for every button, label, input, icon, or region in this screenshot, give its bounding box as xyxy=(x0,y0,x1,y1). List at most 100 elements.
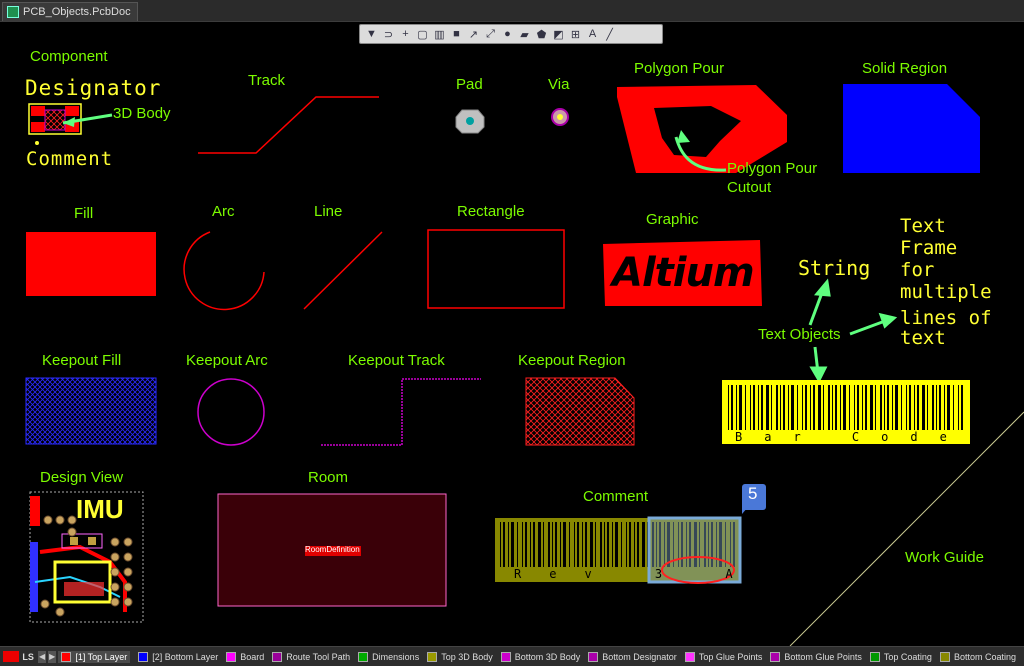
layer-tab[interactable]: Board xyxy=(226,651,265,662)
pcb-canvas[interactable]: Component Designator 3D Body Comment Tra… xyxy=(0,22,1024,646)
arc-shape xyxy=(183,231,265,311)
next-layer-icon[interactable]: ▶ xyxy=(48,650,57,663)
designator-text: Designator xyxy=(25,76,162,100)
layer-tab[interactable]: Top 3D Body xyxy=(427,651,493,662)
layer-tab-label: Top Glue Points xyxy=(698,651,763,662)
chart-icon[interactable]: ▥ xyxy=(432,27,447,42)
solid-region-label: Solid Region xyxy=(862,60,948,77)
layer-tab[interactable]: [1] Top Layer xyxy=(58,650,131,663)
text-frame-line-3: for xyxy=(900,259,935,281)
layer-tab-label: [2] Bottom Layer xyxy=(152,651,219,662)
layer-tab[interactable]: Top Glue Points xyxy=(684,651,763,662)
design-view-label: Design View xyxy=(40,469,124,486)
layer-color-swatch xyxy=(427,651,438,662)
layer-color-swatch xyxy=(272,651,283,662)
altium-logo-text: Altium xyxy=(612,250,755,296)
keepout-track-shape xyxy=(321,378,481,446)
keepout-track-label: Keepout Track xyxy=(348,352,445,369)
polygon-pour-label: Polygon Pour xyxy=(634,60,725,77)
graphic-label: Graphic xyxy=(646,211,699,228)
fill-icon[interactable]: ▰ xyxy=(517,27,532,42)
active-bar-toolbar: ▼ ⊃ + ▢ ▥ ■ ↗ ⤢ ● ▰ ⬟ ◩ ⊞ A ╱ xyxy=(359,24,663,44)
layer-color-swatch xyxy=(138,651,149,662)
via-label: Via xyxy=(548,76,570,93)
keepout-fill-shape xyxy=(25,377,157,445)
rectangle-label: Rectangle xyxy=(457,203,525,220)
layer-tab-label: Board xyxy=(240,651,265,662)
layer-tab[interactable]: Route Tool Path xyxy=(272,651,350,662)
route-icon[interactable]: ⊃ xyxy=(381,27,396,42)
layer-color-swatch xyxy=(869,651,880,662)
layer-tabs: [1] Top Layer [2] Bottom Layer Board Route … xyxy=(58,650,1024,663)
component-footprint xyxy=(28,103,113,145)
select-box-icon[interactable]: ▢ xyxy=(415,27,430,42)
layer-tab[interactable]: Bottom Glue Points xyxy=(770,651,862,662)
line-shape xyxy=(303,231,383,310)
component-label: Component xyxy=(30,48,108,65)
pcb-document-icon xyxy=(7,6,19,18)
layer-tab[interactable]: [2] Bottom Layer xyxy=(138,651,219,662)
text-frame-line-1: Text xyxy=(900,215,946,237)
keepout-arc-label: Keepout Arc xyxy=(186,352,268,369)
layer-tab-label: Top 3D Body xyxy=(441,651,493,662)
track-label: Track xyxy=(248,72,285,89)
comment-text: Comment xyxy=(26,148,114,170)
document-tab[interactable]: PCB_Objects.PcbDoc xyxy=(2,2,138,21)
polygon-cutout-label-2: Cutout xyxy=(727,179,772,196)
layer-tab[interactable]: Bottom Coating xyxy=(939,651,1016,662)
layer-color-swatch xyxy=(684,651,695,662)
work-guide-line xyxy=(789,411,1024,646)
layer-tab-label: Dimensions xyxy=(372,651,420,662)
layer-tab-label: Bottom Coating xyxy=(953,651,1016,662)
polygon-cutout-label-1: Polygon Pour xyxy=(727,160,818,177)
filter-icon[interactable]: ▼ xyxy=(364,27,379,42)
fill-label: Fill xyxy=(74,205,94,222)
document-tab-bar: PCB_Objects.PcbDoc xyxy=(0,0,1024,22)
layer-tab-label: [1] Top Layer xyxy=(75,651,128,662)
polygon-icon[interactable]: ⬟ xyxy=(534,27,549,42)
fill-shape xyxy=(26,232,156,296)
prev-layer-icon[interactable]: ◀ xyxy=(37,650,47,663)
layer-tab[interactable]: Top Coating xyxy=(869,651,932,662)
layer-set-swatch[interactable] xyxy=(3,651,20,662)
layer-set-button[interactable]: LS xyxy=(22,652,34,662)
arc-label: Arc xyxy=(212,203,235,220)
line-icon[interactable]: ╱ xyxy=(602,27,617,42)
layer-color-swatch xyxy=(500,651,511,662)
line-label: Line xyxy=(314,203,343,220)
keepout-arc-shape xyxy=(197,378,265,446)
room-definition-text: RoomDefinition xyxy=(305,545,360,554)
comment-barcode-caption: Rev 3 A xyxy=(514,567,761,581)
text-frame-line-2: Frame xyxy=(900,237,958,259)
layer-color-swatch xyxy=(61,651,72,662)
differential-route-icon[interactable]: ⤢ xyxy=(483,27,498,42)
pad-label: Pad xyxy=(456,76,483,93)
interactive-route-icon[interactable]: ↗ xyxy=(466,27,481,42)
rectangle-shape xyxy=(427,229,565,309)
room-label: Room xyxy=(308,469,349,486)
layer-tab[interactable]: Bottom 3D Body xyxy=(500,651,581,662)
layer-tab-label: Top Coating xyxy=(883,651,932,662)
layer-tab[interactable]: Dimensions xyxy=(358,651,420,662)
keepout-region-shape xyxy=(525,377,635,446)
keepout-region-label: Keepout Region xyxy=(518,352,626,369)
pad-icon[interactable]: ● xyxy=(500,27,515,42)
layer-color-swatch xyxy=(939,651,950,662)
comment-badge[interactable]: 5 xyxy=(748,484,757,504)
text-objects-label: Text Objects xyxy=(758,326,841,343)
text-icon[interactable]: A xyxy=(585,27,600,42)
string-text: String xyxy=(798,256,871,280)
barcode-caption: Bar Code xyxy=(735,430,969,444)
pad-shape xyxy=(455,109,485,134)
text-frame-line-5: lines of xyxy=(900,307,992,329)
cross-icon[interactable]: + xyxy=(398,27,413,42)
layer-tab-label: Bottom Glue Points xyxy=(784,651,862,662)
component-icon[interactable]: ■ xyxy=(449,27,464,42)
solid-region-shape xyxy=(843,84,980,173)
dimension-icon[interactable]: ◩ xyxy=(551,27,566,42)
layer-color-swatch xyxy=(588,651,599,662)
comment-label: Comment xyxy=(583,488,649,505)
layer-tab[interactable]: Bottom Designator xyxy=(588,651,677,662)
graph-icon[interactable]: ⊞ xyxy=(568,27,583,42)
layer-tab-label: Bottom 3D Body xyxy=(514,651,581,662)
